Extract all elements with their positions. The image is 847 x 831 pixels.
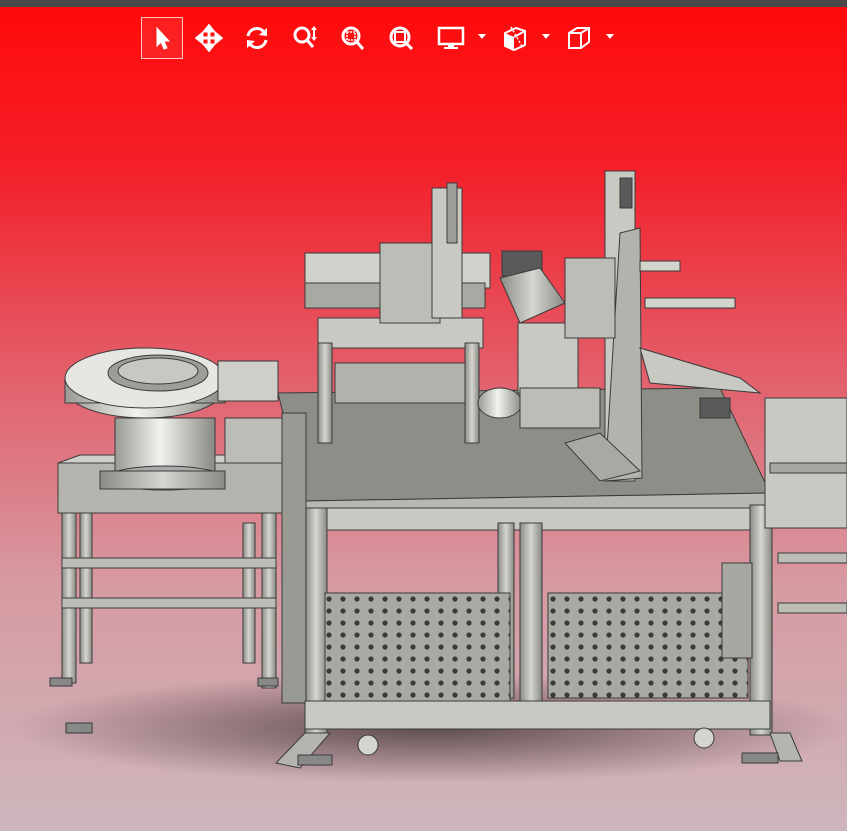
chevron-down-icon: [542, 34, 550, 39]
section-view-dropdown[interactable]: [541, 30, 551, 44]
select-tool-button[interactable]: [141, 17, 183, 59]
display-mode-dropdown[interactable]: [477, 30, 487, 44]
zoom-updown-icon: [293, 26, 317, 48]
zoom-fit-tool-button[interactable]: [380, 17, 422, 59]
zoom-window-tool-button[interactable]: [332, 17, 374, 59]
view-orientation-button[interactable]: [558, 17, 600, 59]
rotate-tool-button[interactable]: [236, 17, 278, 59]
view-orientation-dropdown[interactable]: [605, 30, 615, 44]
section-cube-icon: [504, 26, 526, 52]
pointer-arrow-icon: [156, 26, 171, 50]
pan-tool-button[interactable]: [188, 17, 230, 59]
section-view-button[interactable]: [494, 17, 536, 59]
zoom-fit-icon: [389, 26, 414, 51]
3d-viewport[interactable]: [0, 7, 847, 831]
monitor-icon: [437, 26, 465, 49]
chevron-down-icon: [478, 34, 486, 39]
cube-icon: [568, 27, 590, 49]
rotate-icon: [246, 27, 268, 49]
zoom-tool-button[interactable]: [284, 17, 326, 59]
zoom-window-icon: [341, 26, 365, 50]
machine-assembly-model: [10, 170, 847, 783]
display-mode-button[interactable]: [430, 17, 472, 59]
right-station: [764, 397, 847, 614]
move-arrows-icon: [195, 24, 223, 52]
chevron-down-icon: [606, 34, 614, 39]
main-table: [275, 387, 803, 769]
